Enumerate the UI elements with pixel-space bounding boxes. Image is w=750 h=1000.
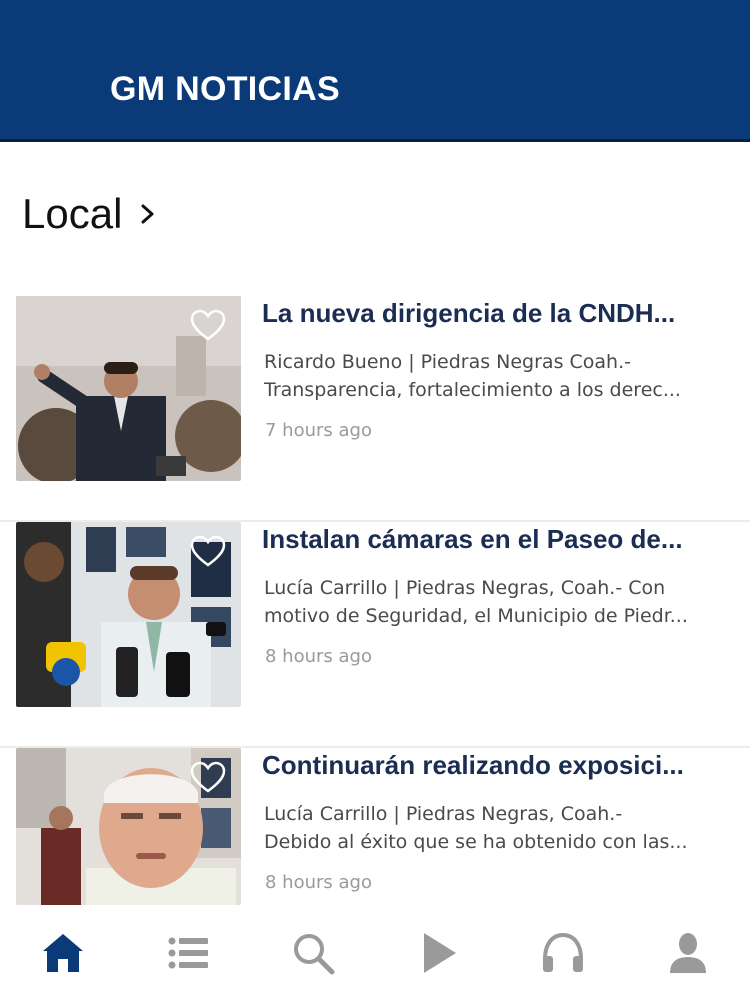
article-excerpt-line: Lucía Carrillo | Piedras Negras, Coah.- … [264,577,666,599]
favorite-heart-icon[interactable] [189,534,227,568]
headphones-icon [543,932,583,972]
article-title[interactable]: La nueva dirigencia de la CNDH... [262,298,732,329]
chevron-right-icon [141,204,154,224]
article-excerpt: Lucía Carrillo | Piedras Negras, Coah.- … [264,800,726,856]
article-timestamp: 8 hours ago [265,646,372,667]
section-title: Local [22,190,123,237]
article-excerpt-line: motivo de Seguridad, el Municipio de Pie… [264,605,688,627]
tab-audio[interactable] [533,923,593,983]
app-screen: GM NOTICIAS Local La nueva dirigencia de… [0,0,750,1000]
article-excerpt-line: Debido al éxito que se ha obtenido con l… [264,831,688,853]
tab-search[interactable] [283,923,343,983]
article-excerpt: Ricardo Bueno | Piedras Negras Coah.- Tr… [264,348,726,404]
article-excerpt-line: Ricardo Bueno | Piedras Negras Coah.- [264,351,631,373]
article-timestamp: 7 hours ago [265,420,372,441]
article-card[interactable]: Instalan cámaras en el Paseo de... Lucía… [0,522,750,748]
tab-home[interactable] [33,923,93,983]
article-card[interactable]: La nueva dirigencia de la CNDH... Ricard… [0,296,750,522]
bottom-tab-bar [0,905,750,1000]
article-excerpt-line: Lucía Carrillo | Piedras Negras, Coah.- [264,803,623,825]
profile-icon [670,933,706,973]
list-icon [168,937,208,969]
favorite-heart-icon[interactable] [189,760,227,794]
search-icon [294,934,335,975]
article-title[interactable]: Continuarán realizando exposici... [262,750,732,781]
article-title[interactable]: Instalan cámaras en el Paseo de... [262,524,732,555]
article-excerpt: Lucía Carrillo | Piedras Negras, Coah.- … [264,574,726,630]
article-excerpt-line: Transparencia, fortalecimiento a los der… [264,379,681,401]
article-thumbnail[interactable] [16,748,241,905]
article-thumbnail[interactable] [16,296,241,481]
tab-video[interactable] [408,923,468,983]
app-header: GM NOTICIAS [0,0,750,142]
app-title: GM NOTICIAS [110,70,340,108]
favorite-heart-icon[interactable] [189,308,227,342]
article-thumbnail[interactable] [16,522,241,707]
section-link-local[interactable]: Local [22,190,156,238]
tab-profile[interactable] [658,923,718,983]
article-timestamp: 8 hours ago [265,872,372,893]
home-icon [43,934,83,972]
tab-sections[interactable] [158,923,218,983]
play-icon [424,933,456,973]
